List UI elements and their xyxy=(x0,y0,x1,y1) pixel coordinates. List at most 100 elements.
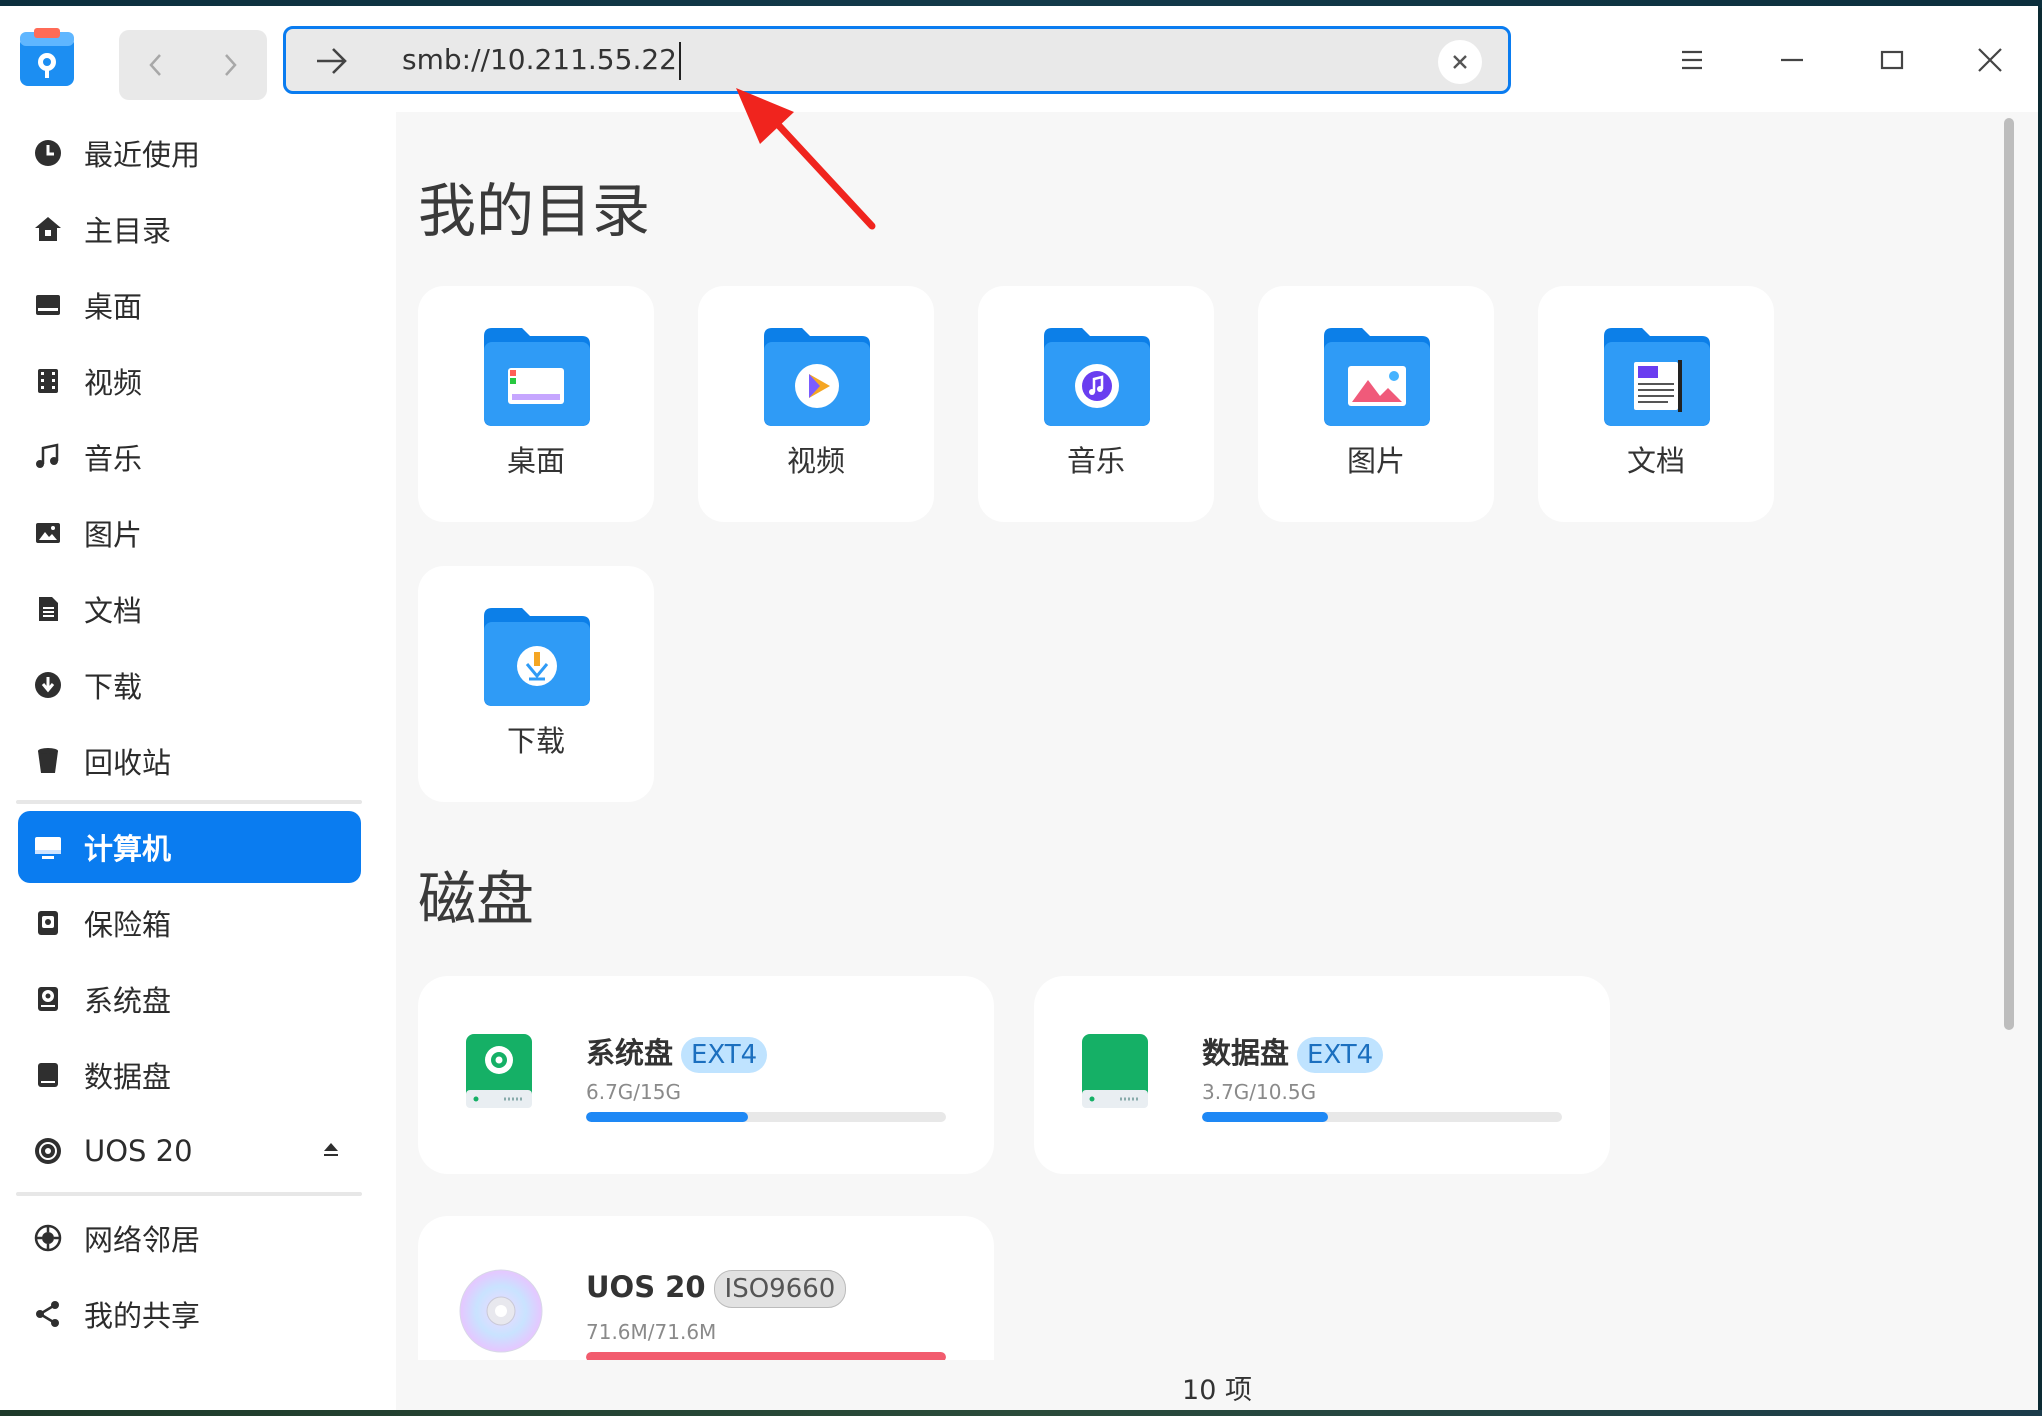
sidebar-item-label: 视频 xyxy=(84,366,143,400)
forward-button[interactable] xyxy=(193,30,267,100)
dir-tile-label: 图片 xyxy=(1346,444,1405,478)
document-icon xyxy=(18,573,78,645)
sidebar-item-network[interactable]: 网络邻居 xyxy=(18,1202,361,1274)
sidebar-item-label: 回收站 xyxy=(84,746,172,780)
sidebar-item-downloads[interactable]: 下载 xyxy=(18,649,361,721)
address-value: smb://10.211.55.22 xyxy=(402,43,677,76)
dir-tile-desktop[interactable]: 桌面 xyxy=(418,286,654,522)
eject-icon[interactable] xyxy=(321,1139,341,1163)
desktop-folder-icon xyxy=(484,328,590,426)
close-window-button[interactable] xyxy=(1966,36,2014,84)
disk-usage-text: 6.7G/15G xyxy=(586,1080,681,1104)
section-title-my-directories: 我的目录 xyxy=(418,177,651,245)
desktop-icon xyxy=(18,269,78,341)
sidebar-item-uos-disc[interactable]: UOS 20 xyxy=(18,1115,361,1187)
filesystem-badge: ISO9660 xyxy=(713,1270,847,1308)
disk-usage-text: 71.6M/71.6M xyxy=(586,1320,717,1344)
sidebar-item-label: 网络邻居 xyxy=(84,1223,201,1257)
disk-usage-fill xyxy=(586,1112,748,1122)
minimize-button[interactable] xyxy=(1768,36,1816,84)
sidebar-item-home[interactable]: 主目录 xyxy=(18,193,361,265)
hamburger-icon xyxy=(1682,50,1702,70)
minimize-icon xyxy=(1781,58,1803,62)
close-icon xyxy=(1978,48,2002,72)
go-button[interactable] xyxy=(314,43,350,79)
sidebar-item-recent[interactable]: 最近使用 xyxy=(18,117,361,189)
chevron-right-icon xyxy=(225,54,237,76)
home-icon xyxy=(18,193,78,265)
sidebar-item-label: 音乐 xyxy=(84,442,143,476)
data-disk-drive-icon xyxy=(1080,1032,1150,1120)
pictures-folder-icon xyxy=(1324,328,1430,426)
address-input[interactable]: smb://10.211.55.22 xyxy=(402,29,681,91)
optical-disc-drive-icon xyxy=(458,1268,544,1358)
sidebar-item-label: 下载 xyxy=(84,670,143,704)
sidebar-item-label: 文档 xyxy=(84,594,143,628)
back-button[interactable] xyxy=(119,30,193,100)
music-note-icon xyxy=(18,421,78,493)
film-icon xyxy=(18,345,78,417)
vertical-scrollbar[interactable] xyxy=(2004,118,2014,1030)
downloads-folder-icon xyxy=(484,608,590,706)
disk-usage-bar xyxy=(1202,1112,1562,1122)
sidebar-item-label: 数据盘 xyxy=(84,1060,172,1094)
dir-tile-label: 文档 xyxy=(1626,444,1685,478)
optical-disc-icon xyxy=(18,1115,78,1187)
dir-tile-label: 音乐 xyxy=(1066,444,1125,478)
dir-tile-videos[interactable]: 视频 xyxy=(698,286,934,522)
disk-name-row: 系统盘 EXT4 xyxy=(586,1030,768,1073)
music-folder-icon xyxy=(1044,328,1150,426)
video-folder-icon xyxy=(764,328,870,426)
sidebar-item-pictures[interactable]: 图片 xyxy=(18,497,361,569)
disk-card-uos-disc[interactable]: UOS 20 ISO9660 71.6M/71.6M xyxy=(418,1216,994,1360)
maximize-icon xyxy=(1880,50,1904,70)
sidebar-item-system-disk[interactable]: 系统盘 xyxy=(18,963,361,1035)
download-icon xyxy=(18,649,78,721)
dir-tile-label: 视频 xyxy=(786,444,845,478)
disk-card-data[interactable]: 数据盘 EXT4 3.7G/10.5G xyxy=(1034,976,1610,1174)
disk-name: UOS 20 xyxy=(586,1270,706,1304)
arrow-right-icon xyxy=(317,48,347,74)
sidebar: 最近使用 主目录 桌面 视频 音乐 图片 文档 下载 回收站 计算机 保险箱 系… xyxy=(0,112,396,1410)
system-disk-icon xyxy=(18,963,78,1035)
sidebar-item-documents[interactable]: 文档 xyxy=(18,573,361,645)
file-manager-app-icon[interactable] xyxy=(18,28,76,88)
chevron-left-icon xyxy=(149,54,161,76)
sidebar-item-vault[interactable]: 保险箱 xyxy=(18,887,361,959)
dir-tile-pictures[interactable]: 图片 xyxy=(1258,286,1494,522)
maximize-button[interactable] xyxy=(1868,36,1916,84)
sidebar-item-label: 保险箱 xyxy=(84,908,172,942)
sidebar-item-videos[interactable]: 视频 xyxy=(18,345,361,417)
vault-icon xyxy=(18,887,78,959)
trash-icon xyxy=(18,725,78,797)
disk-name: 数据盘 xyxy=(1202,1036,1290,1070)
sidebar-item-music[interactable]: 音乐 xyxy=(18,421,361,493)
disk-name: 系统盘 xyxy=(586,1036,674,1070)
taskbar-strip xyxy=(0,1410,2042,1416)
dir-tile-label: 桌面 xyxy=(506,444,565,478)
text-cursor xyxy=(678,42,681,80)
status-bar: 10 项 xyxy=(396,1360,2018,1410)
disk-card-system[interactable]: 系统盘 EXT4 6.7G/15G xyxy=(418,976,994,1174)
sidebar-item-label: UOS 20 xyxy=(84,1134,193,1168)
sidebar-item-my-shares[interactable]: 我的共享 xyxy=(18,1278,361,1350)
sidebar-item-data-disk[interactable]: 数据盘 xyxy=(18,1039,361,1111)
dir-tile-documents[interactable]: 文档 xyxy=(1538,286,1774,522)
sidebar-item-trash[interactable]: 回收站 xyxy=(18,725,361,797)
dir-tile-music[interactable]: 音乐 xyxy=(978,286,1214,522)
filesystem-badge: EXT4 xyxy=(681,1037,768,1073)
sidebar-item-desktop[interactable]: 桌面 xyxy=(18,269,361,341)
address-bar[interactable]: smb://10.211.55.22 xyxy=(283,26,1511,94)
sidebar-item-label: 计算机 xyxy=(84,832,172,866)
sidebar-item-label: 最近使用 xyxy=(84,138,201,172)
network-icon xyxy=(18,1202,78,1274)
clear-address-button[interactable] xyxy=(1438,40,1482,84)
dir-tile-downloads[interactable]: 下载 xyxy=(418,566,654,802)
disk-name-row: UOS 20 ISO9660 xyxy=(586,1270,847,1308)
menu-button[interactable] xyxy=(1668,36,1716,84)
navigation-buttons xyxy=(119,30,267,100)
system-disk-drive-icon xyxy=(464,1032,534,1120)
sidebar-item-computer[interactable]: 计算机 xyxy=(18,811,361,883)
documents-folder-icon xyxy=(1604,328,1710,426)
sidebar-item-label: 主目录 xyxy=(84,214,172,248)
